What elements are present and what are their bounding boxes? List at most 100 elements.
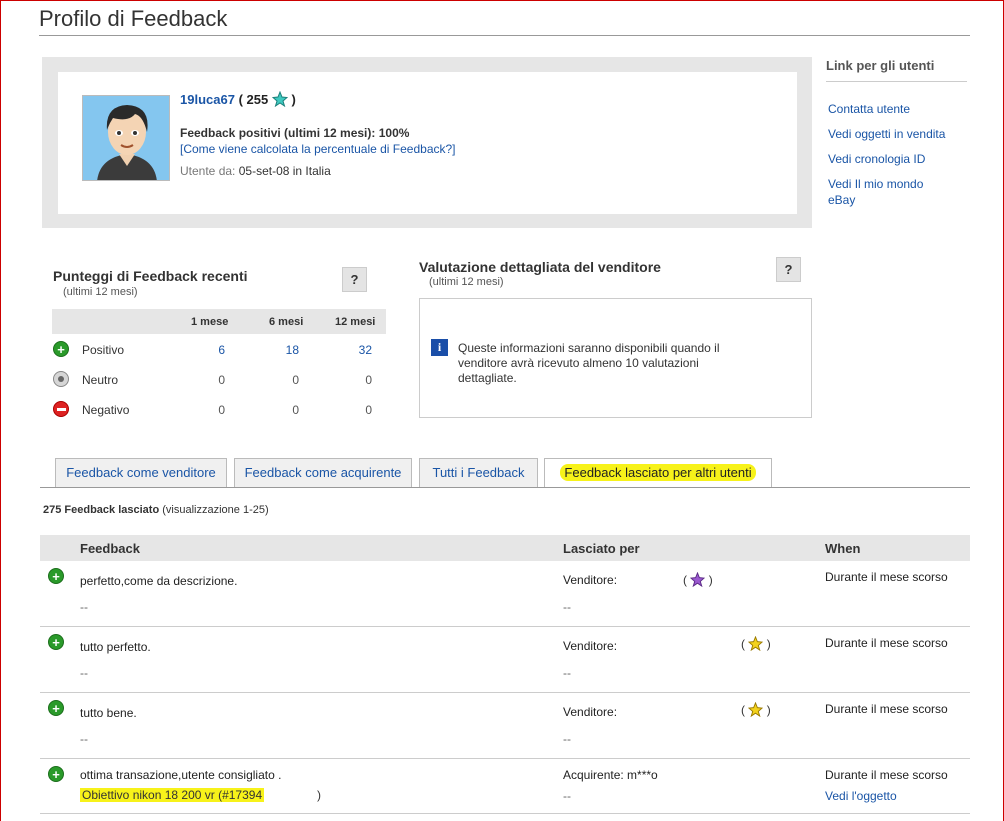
sidebar-link-history[interactable]: Vedi cronologia ID: [828, 151, 968, 167]
title-divider: [39, 35, 970, 36]
dsr-info-text: Queste informazioni saranno disponibili …: [458, 341, 720, 385]
tab-left-for-others-label: Feedback lasciato per altri utenti: [560, 464, 756, 481]
col-1-month: 1 mese: [191, 316, 229, 328]
score-close: ): [766, 637, 771, 651]
feedback-text: perfetto,come da descrizione.: [80, 574, 238, 588]
left-for: Venditore:: [563, 639, 618, 653]
row-negative-label: Negativo: [82, 403, 130, 417]
negative-12m: 0: [365, 403, 372, 417]
neutral-12m: 0: [365, 373, 372, 387]
row-divider: [40, 692, 970, 693]
sidebar-title: Link per gli utenti: [826, 58, 935, 73]
feedback-sub: --: [80, 732, 88, 746]
neutral-icon: [53, 371, 69, 387]
feedback-text: tutto bene.: [80, 706, 137, 720]
help-icon[interactable]: ?: [342, 267, 367, 292]
info-icon: i: [431, 339, 448, 356]
view-item-link[interactable]: Vedi l'oggetto: [825, 789, 897, 803]
when: Durante il mese scorso: [825, 702, 948, 716]
recent-ratings-subtitle: (ultimi 12 mesi): [63, 286, 138, 298]
when: Durante il mese scorso: [825, 570, 948, 584]
header-when: When: [825, 541, 861, 556]
left-for-sub: --: [563, 789, 571, 803]
row-neutral-label: Neutro: [82, 373, 119, 387]
feedback-count-range: (visualizzazione 1-25): [162, 504, 269, 516]
tab-buyer-feedback[interactable]: Feedback come acquirente: [234, 458, 412, 487]
page-title: Profilo di Feedback: [39, 6, 228, 31]
positive-icon: +: [48, 766, 64, 782]
item-title: Obiettivo nikon 18 200 vr (#17394: [82, 788, 263, 802]
negative-1m: 0: [218, 403, 225, 417]
recipient-score: ( ): [741, 635, 771, 654]
positive-1m[interactable]: 6: [185, 343, 225, 357]
negative-icon: [53, 401, 69, 417]
member-since: Utente da: 05-set-08 in Italia: [180, 164, 331, 178]
calculation-link[interactable]: [Come viene calcolata la percentuale di …: [180, 142, 456, 156]
score-close: ): [291, 92, 296, 107]
score-open: (: [741, 703, 745, 717]
dsr-title: Valutazione dettagliata del venditore: [419, 259, 661, 275]
sidebar-link-items[interactable]: Vedi oggetti in vendita: [828, 126, 968, 142]
dsr-subtitle: (ultimi 12 mesi): [429, 276, 504, 288]
score-close: ): [708, 573, 713, 587]
left-for-sub: --: [563, 600, 571, 614]
negative-6m: 0: [292, 403, 299, 417]
row-divider: [40, 626, 970, 627]
score-close: ): [766, 703, 771, 717]
avatar: [82, 95, 170, 181]
recipient-score: ( ): [741, 701, 771, 720]
positive-icon: +: [53, 341, 69, 357]
positive-6m[interactable]: 18: [259, 343, 299, 357]
left-for: Acquirente: m***o: [563, 768, 658, 782]
row-divider: [40, 758, 970, 759]
positive-icon: +: [48, 634, 64, 650]
item-title-highlight: Obiettivo nikon 18 200 vr (#17394: [80, 788, 265, 802]
feedback-count: 275 Feedback lasciato (visualizzazione 1…: [43, 504, 269, 516]
header-left-for: Lasciato per: [563, 541, 640, 556]
dsr-help-icon[interactable]: ?: [776, 257, 801, 282]
neutral-6m: 0: [292, 373, 299, 387]
positive-12m[interactable]: 32: [332, 343, 372, 357]
score-open: (: [741, 637, 745, 651]
sidebar-link-contact[interactable]: Contatta utente: [828, 101, 968, 117]
score-open: (: [238, 92, 243, 107]
feedback-sub: --: [80, 666, 88, 680]
score-open: (: [683, 573, 687, 587]
item-title-tail: ): [317, 788, 321, 802]
neutral-1m: 0: [218, 373, 225, 387]
member-since-label: Utente da:: [180, 164, 236, 178]
username-line: 19luca67 ( 255 ): [180, 90, 296, 110]
positive-icon: +: [48, 568, 64, 584]
username-link[interactable]: 19luca67: [180, 92, 235, 107]
feedback-text: ottima transazione,utente consigliato .: [80, 768, 282, 782]
col-6-months: 6 mesi: [269, 316, 304, 328]
shooting-star-icon[interactable]: [271, 90, 289, 110]
when: Durante il mese scorso: [825, 768, 948, 782]
recent-ratings-title: Punteggi di Feedback recenti: [53, 268, 248, 284]
when: Durante il mese scorso: [825, 636, 948, 650]
row-positive-label: Positivo: [82, 343, 125, 357]
shooting-star-icon[interactable]: [748, 635, 764, 654]
feedback-text: tutto perfetto.: [80, 640, 151, 654]
feedback-score: 255: [246, 92, 269, 107]
member-since-value: 05-set-08 in Italia: [238, 164, 331, 178]
col-12-months: 12 mesi: [335, 316, 376, 328]
positive-percentage: Feedback positivi (ultimi 12 mesi): 100%: [180, 126, 410, 140]
left-for-sub: --: [563, 732, 571, 746]
row-divider: [40, 813, 970, 814]
left-for-sub: --: [563, 666, 571, 680]
tabs-divider: [40, 487, 970, 488]
star-icon[interactable]: [690, 571, 706, 590]
recipient-score: ( ): [683, 571, 713, 590]
header-feedback: Feedback: [80, 541, 140, 556]
feedback-count-bold: 275 Feedback lasciato: [43, 504, 160, 516]
sidebar-link-my-world[interactable]: Vedi Il mio mondo eBay: [828, 176, 938, 208]
shooting-star-icon[interactable]: [748, 701, 764, 720]
tab-left-for-others[interactable]: Feedback lasciato per altri utenti: [544, 458, 772, 488]
tab-all-feedback[interactable]: Tutti i Feedback: [419, 458, 538, 487]
left-for: Venditore:: [563, 573, 618, 587]
left-for: Venditore:: [563, 705, 618, 719]
tab-seller-feedback[interactable]: Feedback come venditore: [55, 458, 227, 487]
sidebar-divider: [826, 81, 967, 82]
feedback-sub: --: [80, 600, 88, 614]
